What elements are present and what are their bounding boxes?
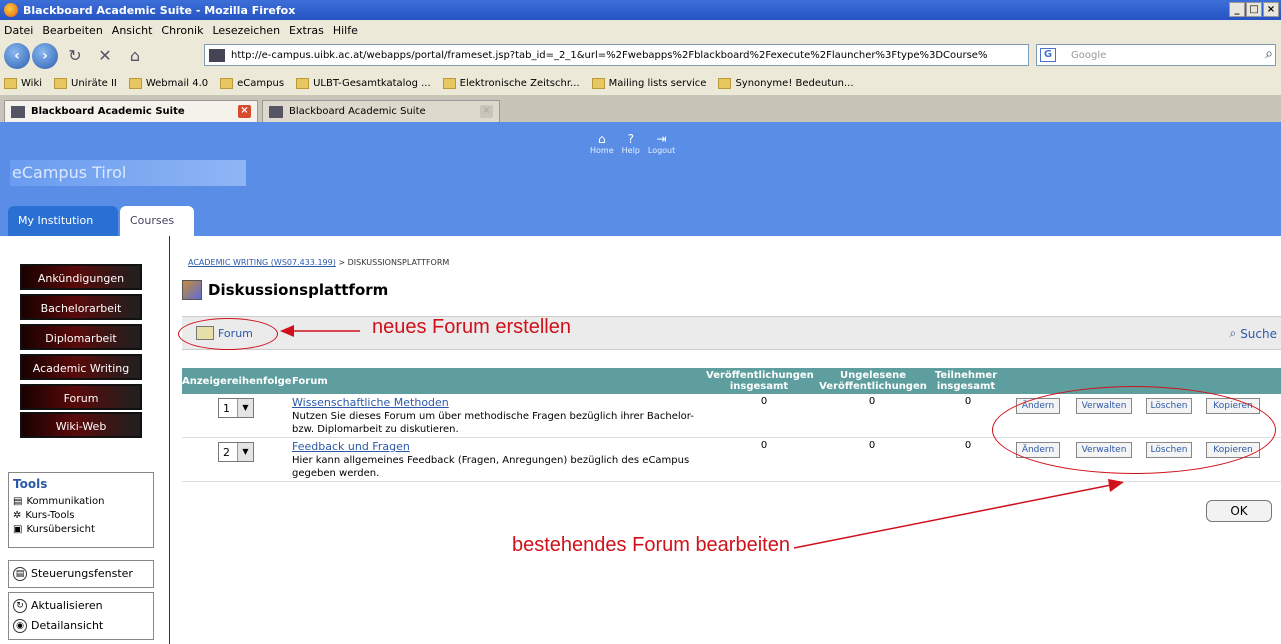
bookmark-item[interactable]: Wiki (4, 78, 42, 89)
back-button[interactable]: ‹ (4, 43, 30, 69)
window-title: Blackboard Academic Suite - Mozilla Fire… (23, 3, 296, 17)
menu-chronik[interactable]: Chronik (161, 24, 203, 37)
url-bar[interactable]: http://e-campus.uibk.ac.at/webapps/porta… (204, 44, 1029, 66)
refresh-button[interactable]: ↻ Aktualisieren (13, 596, 149, 616)
close-window-button[interactable]: × (1263, 2, 1279, 17)
search-icon[interactable]: ⌕ (1265, 46, 1273, 62)
detail-view-icon: ◉ (13, 619, 27, 633)
site-logo: eCampus Tirol (10, 160, 246, 186)
tool-kursuebersicht[interactable]: ▣ Kursübersicht (13, 523, 149, 537)
menu-hilfe[interactable]: Hilfe (333, 24, 358, 37)
window-titlebar: Blackboard Academic Suite - Mozilla Fire… (0, 0, 1281, 20)
annotation-arrows (280, 325, 1124, 549)
menu-ansicht[interactable]: Ansicht (112, 24, 153, 37)
tool-kurs-tools[interactable]: ✲ Kurs-Tools (13, 509, 149, 523)
course-menu-diplomarbeit[interactable]: Diplomarbeit (20, 324, 142, 350)
bookmark-item[interactable]: eCampus (220, 78, 284, 89)
minimize-button[interactable]: _ (1229, 2, 1245, 17)
site-header: eCampus Tirol ⌂ Home ? Help ⇥ Logout My … (0, 122, 1281, 236)
bookmark-item[interactable]: Mailing lists service (591, 78, 706, 89)
arrow-line-2 (793, 483, 1117, 549)
help-icon: ? (627, 132, 634, 146)
logout-icon: ⇥ (656, 132, 667, 146)
menu-datei[interactable]: Datei (4, 24, 33, 37)
close-tab-icon[interactable]: × (238, 105, 251, 118)
communication-icon: ▤ (13, 496, 23, 507)
control-panel-button[interactable]: ▤ Steuerungsfenster (8, 560, 154, 588)
forward-button[interactable]: › (32, 43, 58, 69)
mail-list-icon (591, 78, 605, 89)
bookmark-item[interactable]: ULBT-Gesamtkatalog ... (296, 78, 431, 89)
synonyms-icon (718, 78, 732, 89)
search-input[interactable]: G Google ⌕ (1036, 44, 1276, 66)
url-text: http://e-campus.uibk.ac.at/webapps/porta… (231, 49, 988, 61)
course-menu-forum[interactable]: Forum (20, 384, 142, 410)
menubar: Datei Bearbeiten Ansicht Chronik Lesezei… (0, 20, 1281, 40)
main-content: ACADEMIC WRITING (WS07.433.199) > DISKUS… (178, 236, 1281, 644)
tab-my-institution[interactable]: My Institution (8, 206, 118, 236)
tools-icon: ✲ (13, 510, 22, 521)
overview-icon: ▣ (13, 524, 23, 535)
tools-box: Tools ▤ Kommunikation ✲ Kurs-Tools ▣ Kursüb… (8, 472, 154, 548)
menu-bearbeiten[interactable]: Bearbeiten (42, 24, 102, 37)
view-options-box: ↻ Aktualisieren ◉ Detailansicht (8, 592, 154, 640)
folder-icon (4, 78, 17, 89)
bookmark-item[interactable]: Elektronische Zeitschr... (442, 78, 580, 89)
course-menu-academic-writing[interactable]: Academic Writing (20, 354, 142, 380)
site-favicon-icon (209, 48, 225, 62)
refresh-icon: ↻ (13, 599, 27, 613)
search-placeholder: Google (1071, 49, 1107, 61)
home-icon[interactable]: ⌂ (123, 44, 147, 68)
top-links: ⌂ Home ? Help ⇥ Logout (590, 132, 675, 155)
tab-inactive[interactable]: Blackboard Academic Suite × (262, 100, 500, 122)
course-menu-bachelorarbeit[interactable]: Bachelorarbeit (20, 294, 142, 320)
arrow-head-1 (280, 325, 294, 337)
menu-extras[interactable]: Extras (289, 24, 324, 37)
course-menu-announcements[interactable]: Ankündigungen (20, 264, 142, 290)
help-link[interactable]: ? Help (622, 132, 640, 155)
blackboard-icon (269, 105, 283, 118)
tab-courses[interactable]: Courses (120, 206, 194, 236)
tools-title: Tools (13, 477, 48, 491)
course-menu-wiki-web[interactable]: Wiki-Web (20, 412, 142, 438)
reload-icon[interactable]: ↻ (63, 44, 87, 68)
portal-tabs: My Institution Courses (8, 206, 194, 236)
firefox-icon (4, 3, 18, 17)
google-icon: G (1040, 48, 1056, 62)
ecampus-icon (220, 78, 234, 89)
stop-icon[interactable]: ✕ (93, 44, 117, 68)
menu-lesezeichen[interactable]: Lesezeichen (212, 24, 280, 37)
close-tab-icon[interactable]: × (480, 105, 493, 118)
tool-kommunikation[interactable]: ▤ Kommunikation (13, 495, 149, 509)
tab-active[interactable]: Blackboard Academic Suite × (4, 100, 258, 122)
journal-icon (442, 78, 456, 89)
control-panel-icon: ▤ (13, 567, 27, 581)
bookmarks-toolbar: Wiki Uniräte II Webmail 4.0 eCampus ULBT… (0, 72, 1281, 96)
home-icon: ⌂ (598, 132, 606, 146)
browser-tabs: Blackboard Academic Suite × Blackboard A… (0, 96, 1281, 122)
course-menu: Ankündigungen Bachelorarbeit Diplomarbei… (6, 236, 170, 644)
maximize-button[interactable]: □ (1246, 2, 1262, 17)
blackboard-icon (11, 105, 25, 118)
page-icon (296, 78, 310, 89)
home-link[interactable]: ⌂ Home (590, 132, 614, 155)
bookmark-item[interactable]: Synonyme! Bedeutun... (718, 78, 854, 89)
bookmark-item[interactable]: Uniräte II (54, 78, 117, 89)
webmail-icon (128, 78, 142, 89)
bookmark-item[interactable]: Webmail 4.0 (128, 78, 208, 89)
folder-icon (54, 78, 68, 89)
arrow-head-2 (1108, 479, 1124, 492)
window-controls: _ □ × (1229, 2, 1279, 17)
detail-view-button[interactable]: ◉ Detailansicht (13, 616, 149, 636)
navigation-toolbar: ‹ › ↻ ✕ ⌂ http://e-campus.uibk.ac.at/web… (0, 40, 1281, 72)
logout-link[interactable]: ⇥ Logout (648, 132, 675, 155)
